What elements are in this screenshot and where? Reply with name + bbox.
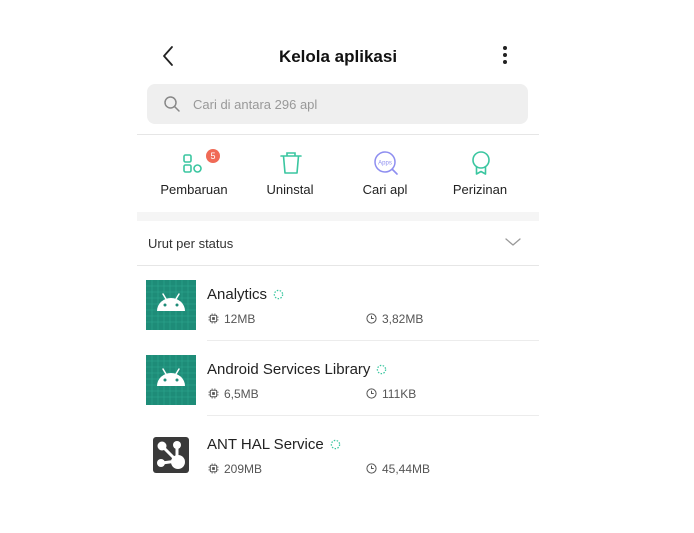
android-app-icon: [146, 355, 196, 405]
sort-dropdown[interactable]: Urut per status: [137, 221, 539, 265]
app-storage: 12MB: [208, 312, 255, 326]
app-name-text: Analytics: [207, 286, 268, 303]
search-input[interactable]: [193, 84, 513, 124]
apps-icon-text: Apps: [378, 161, 392, 167]
search-icon: [164, 96, 180, 112]
cache-size: 45,44MB: [382, 462, 431, 476]
ant-app-icon: [153, 437, 189, 473]
updates-grid-icon: [183, 154, 202, 173]
chip-icon: [208, 388, 219, 399]
app-cache: 45,44MB: [366, 462, 430, 476]
header: Kelola aplikasi: [137, 30, 539, 82]
app-cache: 3,82MB: [366, 312, 423, 326]
cache-size: 111KB: [382, 387, 417, 401]
permission-badge-icon: [472, 151, 490, 175]
quick-actions: 5 Pembaruan Uninstal Apps Cari apl Periz…: [137, 138, 539, 212]
section-separator: [137, 212, 539, 221]
chip-icon: [208, 463, 219, 474]
storage-size: 12MB: [224, 312, 256, 326]
app-manager-screen: Kelola aplikasi 5 Pembaruan: [137, 30, 539, 533]
divider: [137, 134, 539, 135]
app-cache: 111KB: [366, 387, 416, 401]
storage-size: 209MB: [224, 462, 263, 476]
chip-icon: [208, 313, 219, 324]
clock-icon: [366, 388, 377, 399]
app-name: Android Services Library: [207, 361, 387, 378]
uninstall-label: Uninstal: [266, 182, 314, 197]
cache-size: 3,82MB: [382, 312, 424, 326]
permissions-label: Perizinan: [452, 182, 508, 197]
android-app-icon: [146, 280, 196, 330]
apps-search-icon: Apps: [374, 151, 398, 175]
search-bar[interactable]: [147, 84, 528, 124]
app-name-text: ANT HAL Service: [207, 436, 324, 453]
app-list-item[interactable]: Analytics 12MB 3,82MB: [137, 266, 539, 341]
sort-label: Urut per status: [148, 236, 234, 251]
permissions-button[interactable]: Perizinan: [430, 138, 530, 212]
more-options-button[interactable]: [497, 44, 513, 68]
trash-icon: [280, 152, 302, 174]
updates-button[interactable]: 5 Pembaruan: [144, 138, 244, 212]
app-storage: 209MB: [208, 462, 262, 476]
loading-spinner-icon: [377, 364, 387, 375]
uninstall-button[interactable]: Uninstal: [240, 138, 340, 212]
updates-label: Pembaruan: [160, 182, 228, 197]
find-apps-button[interactable]: Apps Cari apl: [335, 138, 435, 212]
app-name: ANT HAL Service: [207, 436, 341, 453]
loading-spinner-icon: [273, 289, 284, 300]
chevron-down-icon: [505, 238, 521, 246]
app-list-item[interactable]: Android Services Library 6,5MB 111KB: [137, 341, 539, 416]
clock-icon: [366, 313, 377, 324]
more-vertical-icon: [503, 46, 507, 64]
find-apps-label: Cari apl: [362, 182, 408, 197]
updates-count-badge: 5: [206, 149, 220, 163]
app-storage: 6,5MB: [208, 387, 259, 401]
app-name: Analytics: [207, 286, 284, 303]
app-list-item[interactable]: ANT HAL Service 209MB 45,44MB: [137, 416, 539, 491]
clock-icon: [366, 463, 377, 474]
app-name-text: Android Services Library: [207, 361, 371, 378]
loading-spinner-icon: [330, 439, 340, 450]
page-title: Kelola aplikasi: [278, 47, 398, 66]
storage-size: 6,5MB: [224, 387, 259, 401]
